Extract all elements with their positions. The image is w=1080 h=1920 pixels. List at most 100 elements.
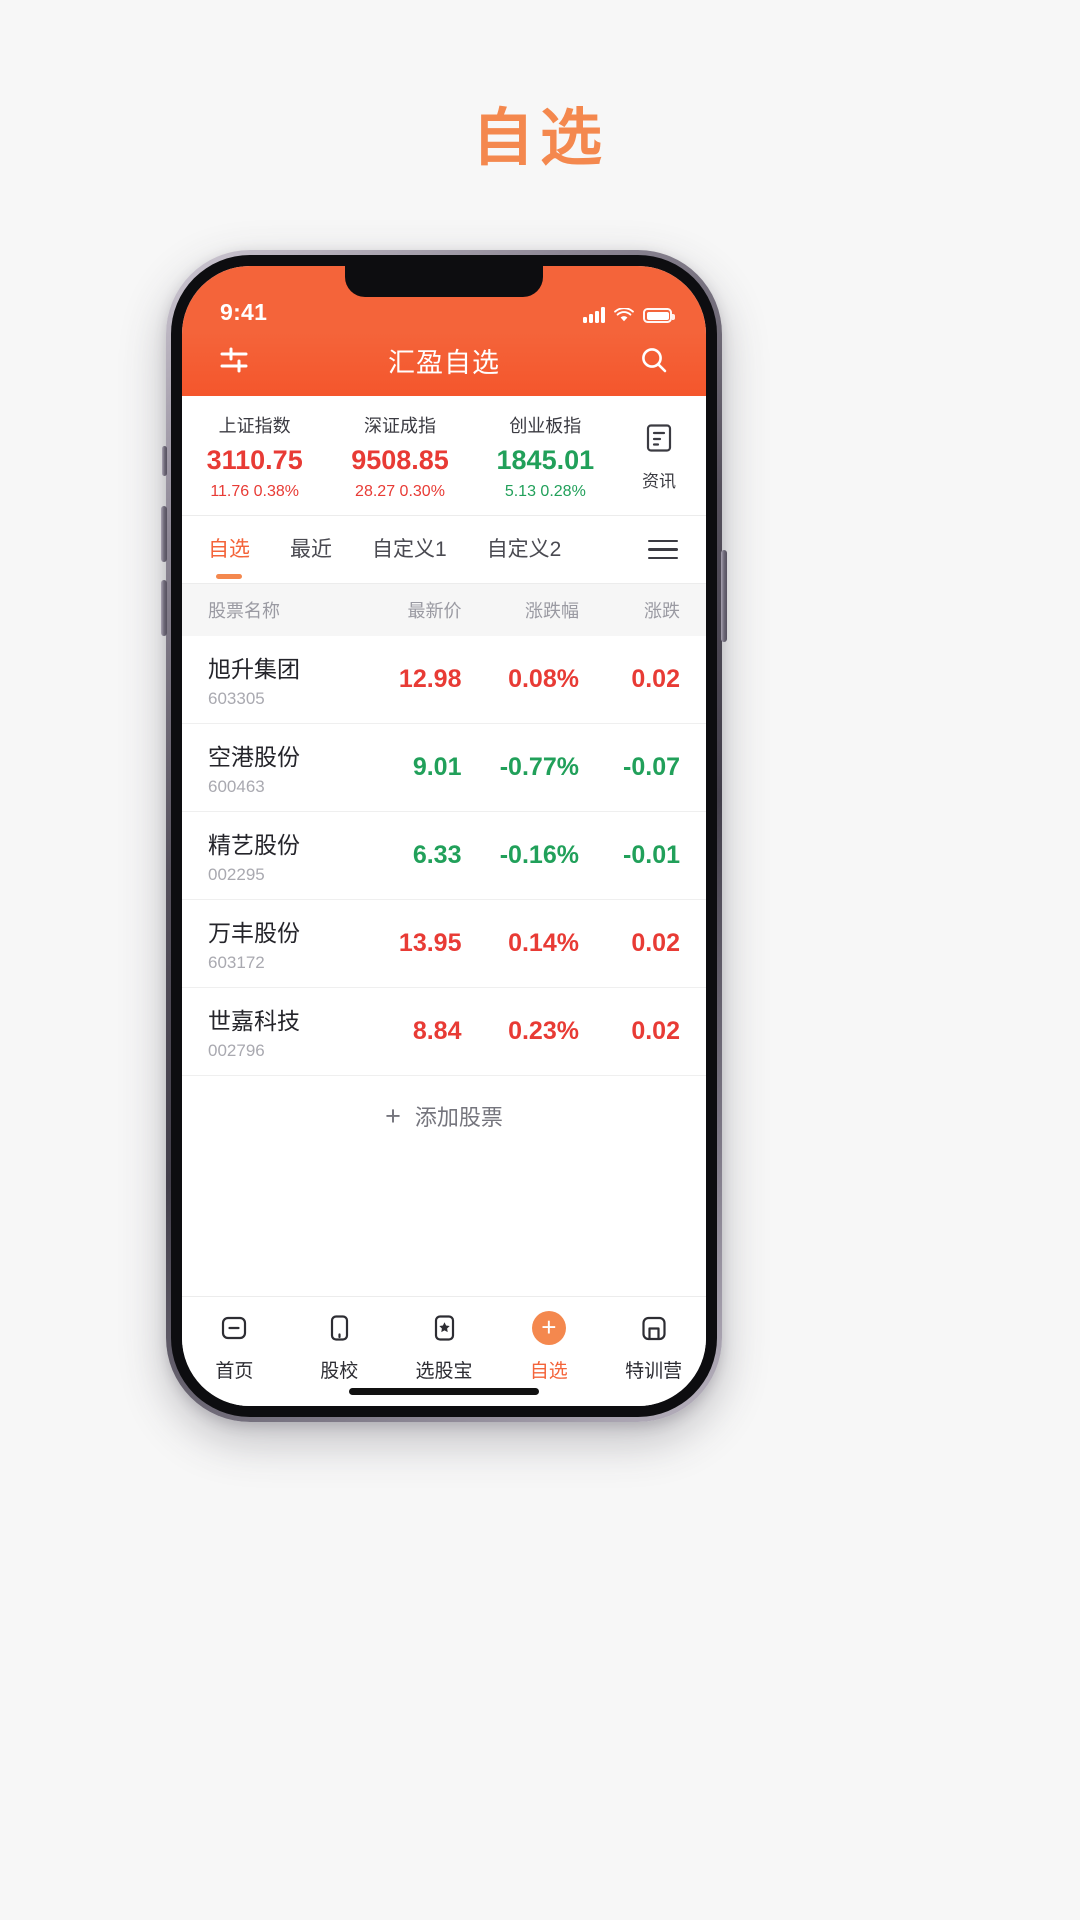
watchlist-tabs: 自选 最近 自定义1 自定义2 <box>182 516 706 584</box>
nav-item-training-camp[interactable]: 特训营 <box>601 1309 706 1383</box>
table-row[interactable]: 万丰股份 603172 13.95 0.14% 0.02 <box>182 900 706 988</box>
stock-name: 万丰股份 <box>208 920 300 946</box>
star-pick-icon <box>428 1309 460 1347</box>
tab-custom-2[interactable]: 自定义2 <box>487 533 562 567</box>
search-icon[interactable] <box>632 338 676 382</box>
stock-identity: 万丰股份 603172 <box>208 914 358 973</box>
stock-price: 13.95 <box>398 929 462 957</box>
stock-name: 世嘉科技 <box>208 1008 300 1034</box>
app-bar: 汇盈自选 <box>182 332 706 396</box>
stock-price: 8.84 <box>412 1017 462 1045</box>
index-change: 28.27 0.30% <box>327 483 472 501</box>
filter-sliders-icon[interactable] <box>212 338 256 382</box>
stock-identity: 世嘉科技 002796 <box>208 1002 358 1061</box>
nav-label: 自选 <box>529 1361 568 1382</box>
add-stock-label: 添加股票 <box>414 1105 503 1130</box>
table-row[interactable]: 空港股份 600463 9.01 -0.77% -0.07 <box>182 724 706 812</box>
stock-change: 0.02 <box>631 929 680 957</box>
news-label: 资讯 <box>642 471 676 491</box>
stock-identity: 精艺股份 002295 <box>208 826 358 885</box>
news-button[interactable]: 资讯 <box>618 422 706 492</box>
stock-name: 精艺股份 <box>208 832 300 858</box>
stock-list: 旭升集团 603305 12.98 0.08% 0.02 空港股份 600463… <box>182 636 706 1296</box>
wifi-icon <box>614 308 634 323</box>
stock-price: 6.33 <box>412 841 462 869</box>
tab-zuijin[interactable]: 最近 <box>290 533 332 567</box>
stock-code: 002796 <box>208 1041 265 1060</box>
stock-change-percent: 0.23% <box>508 1017 579 1045</box>
index-name: 深证成指 <box>363 416 436 436</box>
stock-price: 9.01 <box>412 753 462 781</box>
index-change-pct: 0.28% <box>540 483 586 500</box>
hamburger-menu-icon[interactable] <box>648 539 680 560</box>
tab-custom-1[interactable]: 自定义1 <box>372 533 447 567</box>
plus-circle-icon: + <box>531 1309 566 1347</box>
stock-change: -0.01 <box>623 841 680 869</box>
nav-label: 股校 <box>320 1361 359 1382</box>
home-icon <box>218 1309 250 1347</box>
status-icons <box>583 307 675 326</box>
table-row[interactable]: 世嘉科技 002796 8.84 0.23% 0.02 <box>182 988 706 1076</box>
stock-change: -0.07 <box>623 753 680 781</box>
nav-label: 首页 <box>215 1361 254 1382</box>
index-item-chinext[interactable]: 创业板指 1845.01 5.13 0.28% <box>473 412 618 501</box>
phone-screen: 9:41 汇盈自选 上证指数 3110.75 11.76 0.38% 深证成指 … <box>182 266 706 1406</box>
table-row[interactable]: 旭升集团 603305 12.98 0.08% 0.02 <box>182 636 706 724</box>
add-stock-button[interactable]: + 添加股票 <box>182 1076 706 1156</box>
plus-icon: + <box>385 1100 401 1131</box>
index-change-abs: 11.76 <box>210 483 250 500</box>
table-row[interactable]: 精艺股份 002295 6.33 -0.16% -0.01 <box>182 812 706 900</box>
stock-change: 0.02 <box>631 1017 680 1045</box>
home-indicator[interactable] <box>349 1388 539 1395</box>
stock-change-percent: -0.77% <box>499 753 579 781</box>
index-name: 上证指数 <box>218 416 291 436</box>
index-change: 11.76 0.38% <box>182 483 327 501</box>
index-change: 5.13 0.28% <box>473 483 618 501</box>
nav-item-watchlist[interactable]: + 自选 <box>496 1309 601 1383</box>
status-bar: 9:41 <box>182 266 706 332</box>
power-button <box>721 550 727 642</box>
index-change-pct: 0.38% <box>253 483 299 500</box>
volume-down-button <box>161 580 167 636</box>
index-group: 上证指数 3110.75 11.76 0.38% 深证成指 9508.85 28… <box>182 412 618 501</box>
status-time: 9:41 <box>220 299 268 325</box>
index-summary-bar: 上证指数 3110.75 11.76 0.38% 深证成指 9508.85 28… <box>182 396 706 516</box>
stock-code: 600463 <box>208 777 265 796</box>
stock-change: 0.02 <box>631 665 680 693</box>
nav-item-home[interactable]: 首页 <box>182 1309 287 1383</box>
notch <box>345 266 543 297</box>
battery-icon <box>643 308 675 323</box>
page-title: 自选 <box>471 104 608 173</box>
index-value: 9508.85 <box>351 445 449 475</box>
phone-bezel: 9:41 汇盈自选 上证指数 3110.75 11.76 0.38% 深证成指 … <box>171 255 717 1417</box>
header-stock-name[interactable]: 股票名称 <box>208 597 358 623</box>
stock-code: 002295 <box>208 865 265 884</box>
index-change-pct: 0.30% <box>399 483 445 500</box>
phone-mockup: 9:41 汇盈自选 上证指数 3110.75 11.76 0.38% 深证成指 … <box>161 250 727 1422</box>
cellular-signal-icon <box>583 307 605 323</box>
index-name: 创业板指 <box>509 416 582 436</box>
app-bar-title: 汇盈自选 <box>388 347 500 378</box>
header-change[interactable]: 涨跌 <box>589 597 680 623</box>
index-item-shenzhen[interactable]: 深证成指 9508.85 28.27 0.30% <box>327 412 472 501</box>
camp-icon <box>638 1309 670 1347</box>
index-item-shanghai[interactable]: 上证指数 3110.75 11.76 0.38% <box>182 412 327 501</box>
stock-identity: 空港股份 600463 <box>208 738 358 797</box>
index-value: 1845.01 <box>496 445 595 475</box>
stock-code: 603172 <box>208 953 265 972</box>
news-document-icon <box>644 422 674 459</box>
stock-change-percent: 0.14% <box>508 929 579 957</box>
stock-change-percent: -0.16% <box>499 841 579 869</box>
nav-item-school[interactable]: 股校 <box>287 1309 392 1383</box>
stock-name: 旭升集团 <box>208 656 300 682</box>
stock-code: 603305 <box>208 689 265 708</box>
volume-up-button <box>161 506 167 562</box>
tab-zixuan[interactable]: 自选 <box>208 533 250 567</box>
stock-price: 12.98 <box>398 665 462 693</box>
stock-identity: 旭升集团 603305 <box>208 650 358 709</box>
index-change-abs: 5.13 <box>504 483 536 500</box>
header-latest-price[interactable]: 最新价 <box>358 597 475 623</box>
nav-item-stock-pick[interactable]: 选股宝 <box>392 1309 497 1383</box>
index-change-abs: 28.27 <box>355 483 396 500</box>
header-change-percent[interactable]: 涨跌幅 <box>475 597 588 623</box>
